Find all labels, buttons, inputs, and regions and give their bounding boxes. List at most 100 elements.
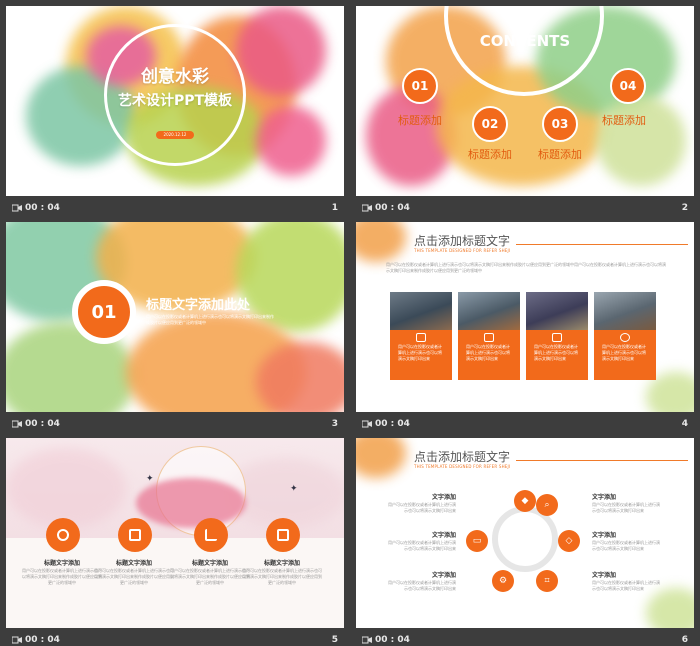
- feature-3-title: 标题文字添加: [191, 560, 228, 567]
- feature-3-text: 用户可以在投影仪或者计算机上进行演示也可以将演示文稿打印出来制作成胶片以便应用到…: [170, 568, 250, 585]
- slide-1-title-line2: 艺术设计PPT模板: [117, 93, 233, 109]
- section-number-circle: 01: [72, 280, 136, 344]
- slide-6-subtitle: THIS TEMPLATE DESIGNED FOR REFER SHEJI: [414, 464, 511, 469]
- bird-icon: ✦: [146, 474, 154, 484]
- cube-icon: [484, 333, 494, 342]
- feature-3-circle: [194, 518, 228, 552]
- slide-2-canvas[interactable]: CONTENTS 01 标题添加 02 标题添加 03 标题添加 04 标题添加: [356, 6, 694, 196]
- contents-title: CONTENTS: [479, 32, 571, 50]
- feature-4-circle: [266, 518, 300, 552]
- slide-3-canvas[interactable]: 01 标题文字添加此处 用户可以在投影仪或者计算机上进行演示也可以将演示文稿打印…: [6, 222, 344, 412]
- slide-6-time: 00 : 04: [375, 635, 410, 645]
- slide-1-canvas[interactable]: 创意水彩 艺术设计PPT模板 2020.12.12: [6, 6, 344, 196]
- feature-1-circle: [46, 518, 80, 552]
- date-badge: 2020.12.12: [156, 131, 194, 139]
- feature-1-text: 用户可以在投影仪或者计算机上进行演示也可以将演示文稿打印出来制作成胶片以便应用到…: [22, 568, 102, 585]
- slide-6-number: 6: [681, 635, 688, 645]
- slide-5-footer: 00 : 04 5: [6, 631, 344, 646]
- right-item-1-text: 用户可以在投影仪或者计算机上进行演示也可以将演示文稿打印出来: [592, 502, 660, 513]
- slide-4-canvas[interactable]: 点击添加标题文字 THIS TEMPLATE DESIGNED FOR REFE…: [356, 222, 694, 412]
- feature-4-text: 用户可以在投影仪或者计算机上进行演示也可以将演示文稿打印出来制作成胶片以便应用到…: [242, 568, 322, 585]
- watercolor-blob: [646, 588, 694, 628]
- watercolor-blob: [596, 96, 686, 186]
- right-item-2-text: 用户可以在投影仪或者计算机上进行演示也可以将演示文稿打印出来: [592, 540, 660, 551]
- slide-1-title-line1: 创意水彩: [141, 67, 209, 87]
- slide-thumb-2[interactable]: CONTENTS 01 标题添加 02 标题添加 03 标题添加 04 标题添加…: [356, 6, 694, 220]
- watercolor-blob: [356, 222, 406, 262]
- contents-item-3-label[interactable]: 标题添加: [538, 146, 582, 162]
- slide-6-footer: 00 : 04 6: [356, 631, 694, 646]
- slide-thumb-3[interactable]: 01 标题文字添加此处 用户可以在投影仪或者计算机上进行演示也可以将演示文稿打印…: [6, 222, 344, 436]
- slide-2-number: 2: [681, 203, 688, 213]
- card-2-text: 用户可以在投影仪或者计算机上进行演示也可以将演示文稿打印出来: [466, 344, 510, 361]
- card-2-box: 用户可以在投影仪或者计算机上进行演示也可以将演示文稿打印出来: [458, 330, 520, 380]
- slide-5-canvas[interactable]: ✦ ✦ 标题文字添加 用户可以在投影仪或者计算机上进行演示也可以将演示文稿打印出…: [6, 438, 344, 628]
- left-item-3-text: 用户可以在投影仪或者计算机上进行演示也可以将演示文稿打印出来: [388, 580, 456, 591]
- cart-icon: ⌗: [536, 570, 558, 592]
- heading-underline: [516, 460, 688, 461]
- timer-icon: [11, 204, 22, 212]
- slide-2-footer: 00 : 04 2: [356, 199, 694, 217]
- left-item-2-title: 文字添加: [432, 532, 457, 539]
- timer-icon: [361, 204, 372, 212]
- slide-2-time: 00 : 04: [375, 203, 410, 213]
- blossom-branch: [136, 478, 246, 528]
- slide-4-number: 4: [681, 419, 688, 429]
- slide-thumb-1[interactable]: 创意水彩 艺术设计PPT模板 2020.12.12 00 : 04 1: [6, 6, 344, 220]
- timer-icon: [361, 636, 372, 644]
- right-item-3-title: 文字添加: [592, 572, 617, 579]
- card-1-photo: [390, 292, 452, 330]
- left-item-1-title: 文字添加: [432, 494, 457, 501]
- timer-icon: [11, 420, 22, 428]
- coin-icon: [620, 333, 630, 342]
- slide-thumb-4[interactable]: 点击添加标题文字 THIS TEMPLATE DESIGNED FOR REFE…: [356, 222, 694, 436]
- slide-6-canvas[interactable]: 点击添加标题文字 THIS TEMPLATE DESIGNED FOR REFE…: [356, 438, 694, 628]
- right-item-1-title: 文字添加: [592, 494, 617, 501]
- slide-1-footer: 00 : 04 1: [6, 199, 344, 217]
- left-item-3-title: 文字添加: [432, 572, 457, 579]
- card-1-text: 用户可以在投影仪或者计算机上进行演示也可以将演示文稿打印出来: [398, 344, 442, 361]
- watercolor-blob: [356, 438, 406, 478]
- contents-item-4-circle[interactable]: 04: [610, 68, 646, 104]
- watercolor-blob: [6, 448, 126, 528]
- feature-1-title: 标题文字添加: [43, 560, 80, 567]
- card-4-text: 用户可以在投影仪或者计算机上进行演示也可以将演示文稿打印出来: [602, 344, 646, 361]
- slide-4-time: 00 : 04: [375, 419, 410, 429]
- slide-6-heading: 点击添加标题文字: [414, 450, 511, 464]
- card-3-text: 用户可以在投影仪或者计算机上进行演示也可以将演示文稿打印出来: [534, 344, 578, 361]
- laptop-icon: ▭: [466, 530, 488, 552]
- card-4-photo: [594, 292, 656, 330]
- feature-2-title: 标题文字添加: [115, 560, 152, 567]
- left-item-2-text: 用户可以在投影仪或者计算机上进行演示也可以将演示文稿打印出来: [388, 540, 456, 551]
- slide-4-subtitle: THIS TEMPLATE DESIGNED FOR REFER SHEJI: [414, 248, 511, 253]
- timer-icon: [361, 420, 372, 428]
- contents-item-3-circle[interactable]: 03: [542, 106, 578, 142]
- card-2-photo: [458, 292, 520, 330]
- card-3-photo: [526, 292, 588, 330]
- monitor-icon: [552, 333, 562, 342]
- contents-item-2-circle[interactable]: 02: [472, 106, 508, 142]
- slide-5-number: 5: [331, 635, 338, 645]
- right-item-2-title: 文字添加: [592, 532, 617, 539]
- card-3-box: 用户可以在投影仪或者计算机上进行演示也可以将演示文稿打印出来: [526, 330, 588, 380]
- dropbox-icon: ◆: [514, 490, 536, 512]
- slide-3-time: 00 : 04: [25, 419, 60, 429]
- section-heading: 标题文字添加此处: [146, 298, 251, 313]
- slide-4-heading: 点击添加标题文字: [414, 234, 511, 248]
- gear-icon: ⚙: [492, 570, 514, 592]
- feature-2-text: 用户可以在投影仪或者计算机上进行演示也可以将演示文稿打印出来制作成胶片以便应用到…: [94, 568, 174, 585]
- contents-item-2-label[interactable]: 标题添加: [468, 146, 512, 162]
- slide-3-footer: 00 : 04 3: [6, 415, 344, 433]
- feature-2-circle: [118, 518, 152, 552]
- search-icon: ⌕: [536, 494, 558, 516]
- contents-item-1-label[interactable]: 标题添加: [398, 112, 442, 128]
- slide-thumb-5[interactable]: ✦ ✦ 标题文字添加 用户可以在投影仪或者计算机上进行演示也可以将演示文稿打印出…: [6, 438, 344, 646]
- feature-4-title: 标题文字添加: [263, 560, 300, 567]
- bird-icon: ✦: [290, 484, 298, 494]
- contents-item-1-circle[interactable]: 01: [402, 68, 438, 104]
- card-4-box: 用户可以在投影仪或者计算机上进行演示也可以将演示文稿打印出来: [594, 330, 656, 380]
- slide-3-number: 3: [331, 419, 338, 429]
- slide-1-number: 1: [331, 203, 338, 213]
- contents-item-4-label[interactable]: 标题添加: [602, 112, 646, 128]
- slide-thumb-6[interactable]: 点击添加标题文字 THIS TEMPLATE DESIGNED FOR REFE…: [356, 438, 694, 646]
